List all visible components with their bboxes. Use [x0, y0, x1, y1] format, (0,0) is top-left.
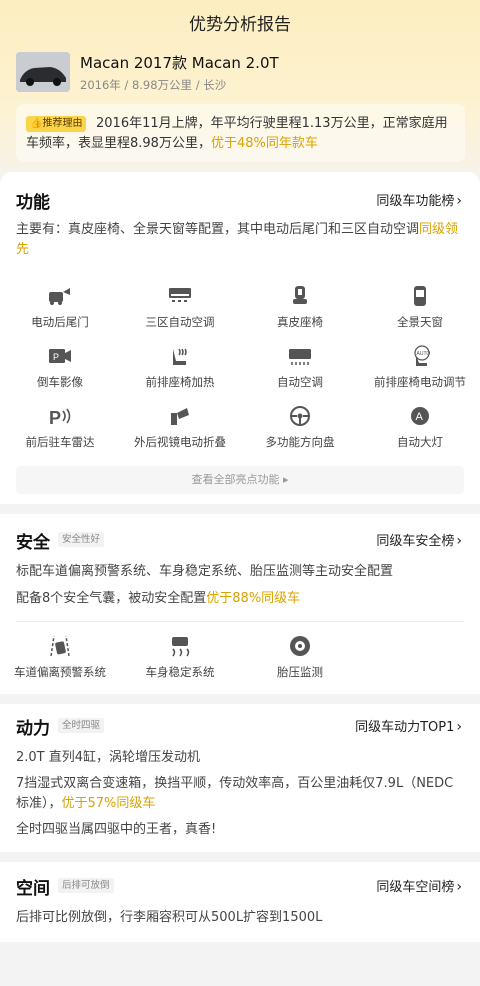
- lane-icon: [46, 634, 74, 658]
- headlight-icon: A: [406, 404, 434, 428]
- power-card: 动力 全时四驱 同级车动力TOP1 › 2.0T 直列4缸，涡轮增压发动机 7挡湿…: [0, 704, 480, 852]
- safety-item: 胎压监测: [240, 634, 360, 680]
- safety-card: 安全 安全性好 同级车安全榜 › 标配车道偏离预警系统、车身稳定系统、胎压监测等主…: [0, 514, 480, 694]
- power-line3: 全时四驱当属四驱中的王者，真香!: [16, 822, 217, 837]
- feature-label: 自动大灯: [397, 435, 443, 449]
- feature-label: 全景天窗: [397, 315, 443, 329]
- feature-item: 外后视镜电动折叠: [120, 404, 240, 450]
- feature-label: 电动后尾门: [31, 315, 89, 329]
- feature-label: 前后驻车雷达: [25, 435, 95, 449]
- safety-item: 车身稳定系统: [120, 634, 240, 680]
- safety-label: 车身稳定系统: [145, 665, 215, 679]
- safety-label: 车道偏离预警系统: [14, 665, 106, 679]
- mirror-icon: [166, 404, 194, 428]
- reason-tag: 👍推荐理由: [26, 116, 87, 132]
- safety-rank-link[interactable]: 同级车安全榜 ›: [376, 530, 462, 549]
- features-desc: 主要有：真皮座椅、全景天窗等配置，其中电动后尾门和三区自动空调同级领先: [16, 222, 459, 257]
- feature-item: 全景天窗: [360, 284, 480, 330]
- feature-label: 倒车影像: [37, 375, 83, 389]
- parking-radar-icon: P: [46, 404, 74, 428]
- safety-label: 胎压监测: [277, 665, 323, 679]
- safety-line1: 标配车道偏离预警系统、车身稳定系统、胎压监测等主动安全配置: [16, 564, 394, 579]
- feature-label: 真皮座椅: [277, 315, 323, 329]
- space-rank-link[interactable]: 同级车空间榜 ›: [376, 876, 462, 895]
- feature-item: 电动后尾门: [0, 284, 120, 330]
- feature-item: 三区自动空调: [120, 284, 240, 330]
- seat-adjust-icon: AUTO: [406, 344, 434, 368]
- power-title: 动力: [16, 719, 50, 739]
- feature-item: P 前后驻车雷达: [0, 404, 120, 450]
- feature-item: 前排座椅加热: [120, 344, 240, 390]
- features-title: 功能: [16, 193, 50, 213]
- car-name: Macan 2017款 Macan 2.0T: [80, 54, 279, 72]
- camera-icon: P: [46, 344, 74, 368]
- space-line1: 后排可比例放倒，行李厢容积可从500L扩容到1500L: [16, 910, 323, 925]
- features-card: 功能 同级车功能榜 › 主要有：真皮座椅、全景天窗等配置，其中电动后尾门和三区自动…: [0, 172, 480, 504]
- seat-heat-icon: [166, 344, 194, 368]
- feature-item: AUTO 前排座椅电动调节: [360, 344, 480, 390]
- space-card: 空间 后排可放倒 同级车空间榜 › 后排可比例放倒，行李厢容积可从500L扩容到1…: [0, 862, 480, 942]
- divider: [16, 621, 464, 622]
- svg-text:P: P: [53, 352, 59, 362]
- steering-icon: [286, 404, 314, 428]
- power-badge: 全时四驱: [58, 718, 105, 733]
- feature-label: 前排座椅加热: [145, 375, 215, 389]
- feature-label: 多功能方向盘: [265, 435, 335, 449]
- view-all-features-button[interactable]: 查看全部亮点功能 ▸: [16, 466, 464, 494]
- space-badge: 后排可放倒: [58, 878, 114, 893]
- safety-title: 安全: [16, 533, 50, 553]
- stability-icon: [166, 634, 194, 658]
- space-title: 空间: [16, 879, 50, 899]
- power-rank-link[interactable]: 同级车动力TOP1 ›: [355, 716, 462, 735]
- feature-item: 多功能方向盘: [240, 404, 360, 450]
- feature-label: 自动空调: [277, 375, 323, 389]
- safety-line2: 配备8个安全气囊，被动安全配置优于88%同级车: [16, 591, 301, 606]
- power-line2: 7挡湿式双离合变速箱，换挡平顺，传动效率高，百公里油耗仅7.9L（NEDC 标准…: [16, 776, 454, 811]
- svg-text:P: P: [49, 408, 61, 427]
- chevron-right-icon: ›: [456, 533, 462, 549]
- seat-icon: [286, 284, 314, 308]
- auto-ac-icon: [286, 344, 314, 368]
- feature-label: 外后视镜电动折叠: [134, 435, 226, 449]
- feature-item: A 自动大灯: [360, 404, 480, 450]
- car-meta: 2016年 / 8.98万公里 / 长沙: [80, 78, 227, 92]
- reason-text: 2016年11月上牌，年平均行驶里程1.13万公里，正常家庭用 车频率，表显里程…: [26, 116, 448, 151]
- car-thumbnail: [16, 52, 70, 92]
- feature-item: P 倒车影像: [0, 344, 120, 390]
- feature-item: 自动空调: [240, 344, 360, 390]
- feature-label: 三区自动空调: [145, 315, 215, 329]
- chevron-right-icon: ›: [456, 193, 462, 209]
- chevron-right-icon: ›: [456, 719, 462, 735]
- safety-item: 车道偏离预警系统: [0, 634, 120, 680]
- thumbs-up-icon: 👍: [30, 118, 43, 129]
- svg-text:AUTO: AUTO: [417, 351, 431, 357]
- svg-text:A: A: [416, 411, 424, 423]
- tire-icon: [286, 634, 314, 658]
- chevron-right-icon: ›: [456, 879, 462, 895]
- feature-label: 前排座椅电动调节: [374, 375, 466, 389]
- tailgate-icon: [46, 284, 74, 308]
- sunroof-icon: [406, 284, 434, 308]
- features-rank-link[interactable]: 同级车功能榜 ›: [376, 190, 462, 209]
- ac-icon: [166, 284, 194, 308]
- reason-box: 👍推荐理由 2016年11月上牌，年平均行驶里程1.13万公里，正常家庭用 车频…: [16, 104, 465, 162]
- page-title: 优势分析报告: [189, 15, 291, 35]
- feature-item: 真皮座椅: [240, 284, 360, 330]
- power-line1: 2.0T 直列4缸，涡轮增压发动机: [16, 750, 201, 765]
- safety-badge: 安全性好: [58, 532, 105, 547]
